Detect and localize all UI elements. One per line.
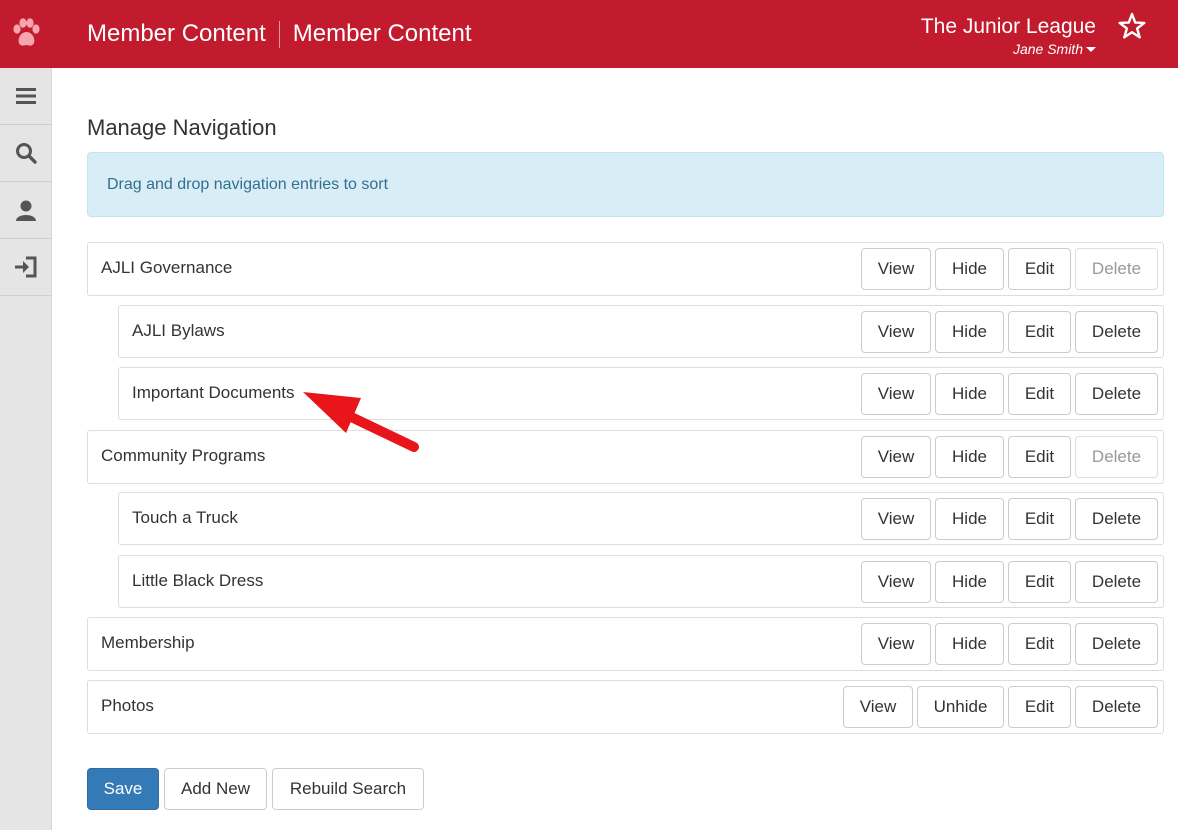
nav-entry-label: AJLI Governance: [101, 258, 233, 277]
view-button[interactable]: View: [861, 436, 931, 478]
nav-entry-actions: View Unhide Edit Delete: [843, 686, 1158, 728]
form-actions: Save Add New Rebuild Search: [87, 768, 424, 810]
nav-entry-label: Little Black Dress: [132, 571, 264, 590]
nav-entry-actions: View Hide Edit Delete: [861, 498, 1158, 540]
nav-entry-actions: View Hide Edit Delete: [861, 373, 1158, 415]
caret-down-icon[interactable]: [1086, 46, 1096, 52]
nav-entry-label: Touch a Truck: [132, 508, 238, 527]
info-alert: Drag and drop navigation entries to sort: [87, 152, 1164, 217]
hide-button[interactable]: Hide: [935, 561, 1004, 603]
hide-button[interactable]: Hide: [935, 436, 1004, 478]
org-name: The Junior League: [920, 15, 1096, 38]
delete-button[interactable]: Delete: [1075, 498, 1158, 540]
star-icon[interactable]: [1118, 12, 1146, 40]
view-button[interactable]: View: [861, 248, 931, 290]
hide-button[interactable]: Hide: [935, 248, 1004, 290]
add-new-button[interactable]: Add New: [164, 768, 267, 810]
app-title: Member Content Member Content: [87, 0, 472, 68]
nav-entry-label: Important Documents: [132, 383, 295, 402]
view-button[interactable]: View: [861, 498, 931, 540]
nav-entry-label: Membership: [101, 633, 195, 652]
edit-button[interactable]: Edit: [1008, 436, 1071, 478]
nav-entry-actions: View Hide Edit Delete: [861, 561, 1158, 603]
nav-entry[interactable]: AJLI Governance View Hide Edit Delete: [87, 242, 1164, 296]
delete-button[interactable]: Delete: [1075, 561, 1158, 603]
top-header: Member Content Member Content The Junior…: [0, 0, 1178, 68]
page-title: Manage Navigation: [87, 115, 277, 140]
nav-entry[interactable]: Community Programs View Hide Edit Delete: [87, 430, 1164, 484]
user-icon[interactable]: [0, 182, 52, 239]
view-button[interactable]: View: [861, 561, 931, 603]
sign-in-icon[interactable]: [0, 239, 52, 296]
nav-entry[interactable]: Important Documents View Hide Edit Delete: [118, 367, 1164, 420]
nav-entry-actions: View Hide Edit Delete: [861, 436, 1158, 478]
view-button[interactable]: View: [861, 373, 931, 415]
delete-button[interactable]: Delete: [1075, 311, 1158, 353]
edit-button[interactable]: Edit: [1008, 561, 1071, 603]
nav-entry[interactable]: AJLI Bylaws View Hide Edit Delete: [118, 305, 1164, 358]
rebuild-search-button[interactable]: Rebuild Search: [272, 768, 424, 810]
nav-entry[interactable]: Photos View Unhide Edit Delete: [87, 680, 1164, 734]
nav-entry-actions: View Hide Edit Delete: [861, 623, 1158, 665]
hide-button[interactable]: Hide: [935, 623, 1004, 665]
delete-button[interactable]: Delete: [1075, 623, 1158, 665]
paw-icon[interactable]: [0, 0, 52, 68]
nav-entry-label: Community Programs: [101, 446, 266, 465]
unhide-button[interactable]: Unhide: [917, 686, 1004, 728]
org-info: The Junior League Jane Smith: [921, 14, 1096, 59]
delete-button[interactable]: Delete: [1075, 248, 1158, 290]
save-button[interactable]: Save: [87, 768, 159, 810]
sidebar: [0, 68, 52, 830]
nav-entry[interactable]: Touch a Truck View Hide Edit Delete: [118, 492, 1164, 545]
view-button[interactable]: View: [843, 686, 913, 728]
delete-button[interactable]: Delete: [1075, 686, 1158, 728]
view-button[interactable]: View: [861, 623, 931, 665]
hide-button[interactable]: Hide: [935, 498, 1004, 540]
nav-entry-label: Photos: [101, 696, 154, 715]
menu-icon[interactable]: [0, 68, 52, 125]
title-right[interactable]: Member Content: [293, 20, 472, 48]
edit-button[interactable]: Edit: [1008, 248, 1071, 290]
edit-button[interactable]: Edit: [1008, 623, 1071, 665]
edit-button[interactable]: Edit: [1008, 686, 1071, 728]
hide-button[interactable]: Hide: [935, 311, 1004, 353]
title-left[interactable]: Member Content: [87, 20, 266, 48]
nav-entry[interactable]: Little Black Dress View Hide Edit Delete: [118, 555, 1164, 608]
nav-entry-actions: View Hide Edit Delete: [861, 311, 1158, 353]
nav-entry-actions: View Hide Edit Delete: [861, 248, 1158, 290]
edit-button[interactable]: Edit: [1008, 498, 1071, 540]
nav-entry-label: AJLI Bylaws: [132, 321, 225, 340]
nav-entry[interactable]: Membership View Hide Edit Delete: [87, 617, 1164, 671]
delete-button[interactable]: Delete: [1075, 436, 1158, 478]
edit-button[interactable]: Edit: [1008, 373, 1071, 415]
edit-button[interactable]: Edit: [1008, 311, 1071, 353]
view-button[interactable]: View: [861, 311, 931, 353]
search-icon[interactable]: [0, 125, 52, 182]
user-name[interactable]: Jane Smith: [1013, 40, 1083, 58]
user-menu[interactable]: Jane Smith: [1013, 40, 1096, 58]
hide-button[interactable]: Hide: [935, 373, 1004, 415]
delete-button[interactable]: Delete: [1075, 373, 1158, 415]
title-divider: [278, 20, 280, 48]
